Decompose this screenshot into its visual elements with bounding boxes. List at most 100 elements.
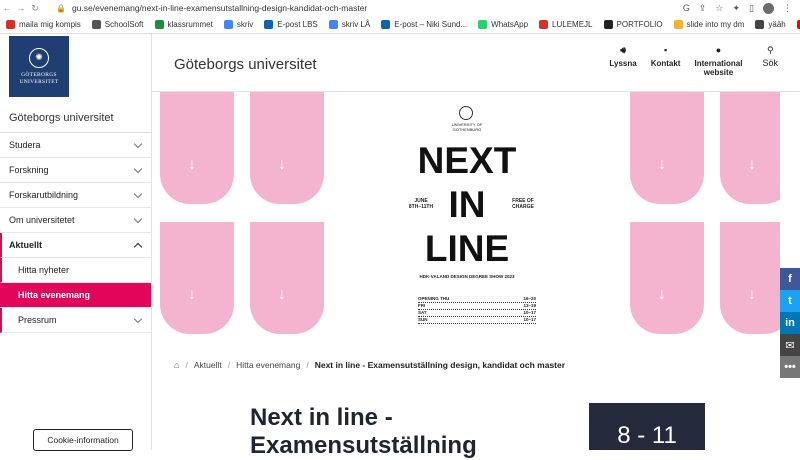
globe-icon: ●: [715, 45, 722, 55]
poster-dates: JUNE 8TH–11TH: [406, 198, 436, 210]
sidebar-item-aktuellt[interactable]: Aktuellt: [0, 233, 151, 258]
extensions-icon[interactable]: ✦: [733, 3, 741, 14]
chat-icon: ▪: [663, 45, 668, 55]
profile-avatar[interactable]: [763, 2, 774, 14]
sidebar-item-label: Forskarutbildning: [9, 190, 79, 200]
event-hero-image: UNIVERSITY OF GOTHENBURG NEXT IN LINE JU…: [152, 92, 780, 352]
chevron-up-icon[interactable]: [133, 242, 143, 251]
docs-icon: [223, 20, 233, 29]
chevron-down-icon[interactable]: [133, 314, 143, 323]
bookmark-item[interactable]: klassrummet: [154, 20, 213, 29]
sidebar: ✺ GÖTEBORGS UNIVERSITET Göteborgs univer…: [0, 34, 152, 451]
bookmark-label: PORTFOLIO: [616, 20, 663, 29]
chevron-down-icon[interactable]: [133, 214, 143, 223]
listen-button[interactable]: 🔊︎ Lyssna: [609, 46, 636, 77]
poster-hours-day: FRI: [418, 303, 426, 308]
speaker-icon: 🔊︎: [620, 45, 626, 55]
sidebar-nav: Studera Forskning Forskarutbildning Om u…: [0, 133, 151, 333]
sidepanel-icon[interactable]: ▯: [749, 3, 754, 14]
pattern-tile: ↓: [712, 92, 780, 222]
poster-hours-row: OPENING THU 16–20: [418, 296, 536, 303]
international-website-button[interactable]: ● International website: [694, 45, 742, 78]
reload-icon[interactable]: ↻: [28, 3, 42, 14]
bookmark-item[interactable]: slide into my dm: [673, 20, 745, 29]
mail-icon[interactable]: ✉: [780, 334, 800, 356]
breadcrumb-hitta-evenemang[interactable]: Hitta evenemang: [236, 360, 300, 370]
bookmark-item[interactable]: E-post LBS: [264, 20, 318, 29]
sidebar-item-studera[interactable]: Studera: [0, 133, 151, 158]
event-date-box: 8 - 11: [589, 403, 705, 450]
pink-shape: [630, 92, 704, 204]
poster-hours-time: 13–19: [523, 303, 536, 308]
sidebar-item-hitta-evenemang[interactable]: Hitta evenemang: [0, 283, 151, 308]
bookmark-star-icon[interactable]: ☆: [715, 3, 723, 14]
cookie-information-button[interactable]: Cookie-information: [33, 429, 133, 451]
pink-shape: [720, 92, 780, 204]
bookmarks-bar: maila mig kompis SchoolSoft klassrummet skr…: [0, 16, 800, 34]
bookmark-item[interactable]: skriv: [223, 20, 253, 29]
sidebar-item-om-universitetet[interactable]: Om universitetet: [0, 208, 151, 233]
sidebar-item-forskarutbildning[interactable]: Forskarutbildning: [0, 183, 151, 208]
bookmark-item[interactable]: WhatsApp: [478, 20, 528, 29]
schoolsoft-icon: [91, 20, 101, 29]
lock-icon[interactable]: 🔒: [56, 4, 66, 13]
bookmark-item[interactable]: E-post – Niki Sund...: [381, 20, 467, 29]
bookmark-item[interactable]: yääh: [755, 20, 786, 29]
bookmark-item[interactable]: skriv LÅ: [328, 20, 370, 29]
pink-shape: [250, 222, 324, 334]
bookmark-item[interactable]: LULEMEJL: [539, 20, 593, 29]
address-bar[interactable]: gu.se/evenemang/next-in-line-examensutst…: [72, 3, 683, 13]
listen-label: Lyssna: [609, 59, 637, 68]
pink-shape: [250, 92, 324, 204]
sidebar-item-forskning[interactable]: Forskning: [0, 158, 151, 183]
sidebar-item-label: Pressrum: [18, 315, 57, 325]
chevron-down-icon[interactable]: [133, 164, 143, 173]
google-icon[interactable]: G: [683, 3, 690, 14]
search-button[interactable]: ⚲ Sök: [762, 46, 778, 77]
breadcrumb: ⌂ / Aktuellt / Hitta evenemang / Next in…: [174, 360, 565, 370]
bookmark-item[interactable]: maila mig kompis: [6, 20, 81, 29]
gu-logo[interactable]: ✺ GÖTEBORGS UNIVERSITET: [9, 36, 69, 97]
menu-icon[interactable]: ⋮: [783, 3, 792, 14]
poster-university: UNIVERSITY OF GOTHENBURG: [392, 122, 542, 132]
arrow-down-icon: ↓: [188, 156, 196, 173]
arrow-down-icon: ↓: [188, 286, 196, 303]
search-label: Sök: [762, 58, 778, 68]
sidebar-item-label: Studera: [9, 140, 41, 150]
bookmark-label: SchoolSoft: [104, 20, 144, 29]
linkedin-icon[interactable]: in: [780, 312, 800, 334]
back-icon[interactable]: ←: [0, 3, 14, 13]
arrow-down-icon: ↓: [748, 286, 756, 303]
forward-icon[interactable]: →: [14, 3, 28, 13]
bookmark-label: maila mig kompis: [19, 20, 81, 29]
share-icon[interactable]: ⇪: [699, 3, 707, 14]
twitter-icon[interactable]: t: [780, 290, 800, 312]
poster-free: FREE OF CHARGE: [506, 198, 540, 210]
facebook-icon[interactable]: f: [780, 268, 800, 290]
chevron-down-icon[interactable]: [133, 139, 143, 148]
sidebar-title[interactable]: Göteborgs universitet: [9, 112, 114, 124]
gmail-icon: [539, 20, 549, 29]
poster-hours-day: SUN: [418, 317, 428, 322]
page-title-line-2: Examensutställning: [250, 432, 477, 459]
poster-hours: OPENING THU 16–20 FRI 13–19 SAT 10–17 SUN 10–17: [418, 296, 536, 324]
bookmark-item[interactable]: SchoolSoft: [91, 20, 144, 29]
bookmark-label: slide into my dm: [686, 20, 745, 29]
page-title-line-1: Next in line -: [250, 404, 393, 431]
home-icon[interactable]: ⌂: [174, 360, 179, 370]
sidebar-item-hitta-nyheter[interactable]: Hitta nyheter: [0, 258, 151, 283]
poster-uni-line-2: GOTHENBURG: [452, 127, 482, 132]
breadcrumb-aktuellt[interactable]: Aktuellt: [194, 360, 222, 370]
sidebar-item-pressrum[interactable]: Pressrum: [0, 308, 151, 333]
bookmark-item[interactable]: PORTFOLIO: [603, 20, 663, 29]
more-icon[interactable]: •••: [780, 356, 800, 378]
contact-button[interactable]: ▪ Kontakt: [651, 46, 681, 77]
sidebar-item-label: Aktuellt: [9, 240, 43, 250]
site-title[interactable]: Göteborgs universitet: [174, 56, 317, 73]
outlook-icon: [264, 20, 274, 29]
header-tools: 🔊︎ Lyssna ▪ Kontakt ● International webs…: [609, 45, 800, 78]
poster-free-2: CHARGE: [512, 204, 534, 210]
poster-hours-time: 10–17: [523, 317, 536, 322]
poster-title-next: NEXT: [417, 140, 517, 181]
chevron-down-icon[interactable]: [133, 189, 143, 198]
